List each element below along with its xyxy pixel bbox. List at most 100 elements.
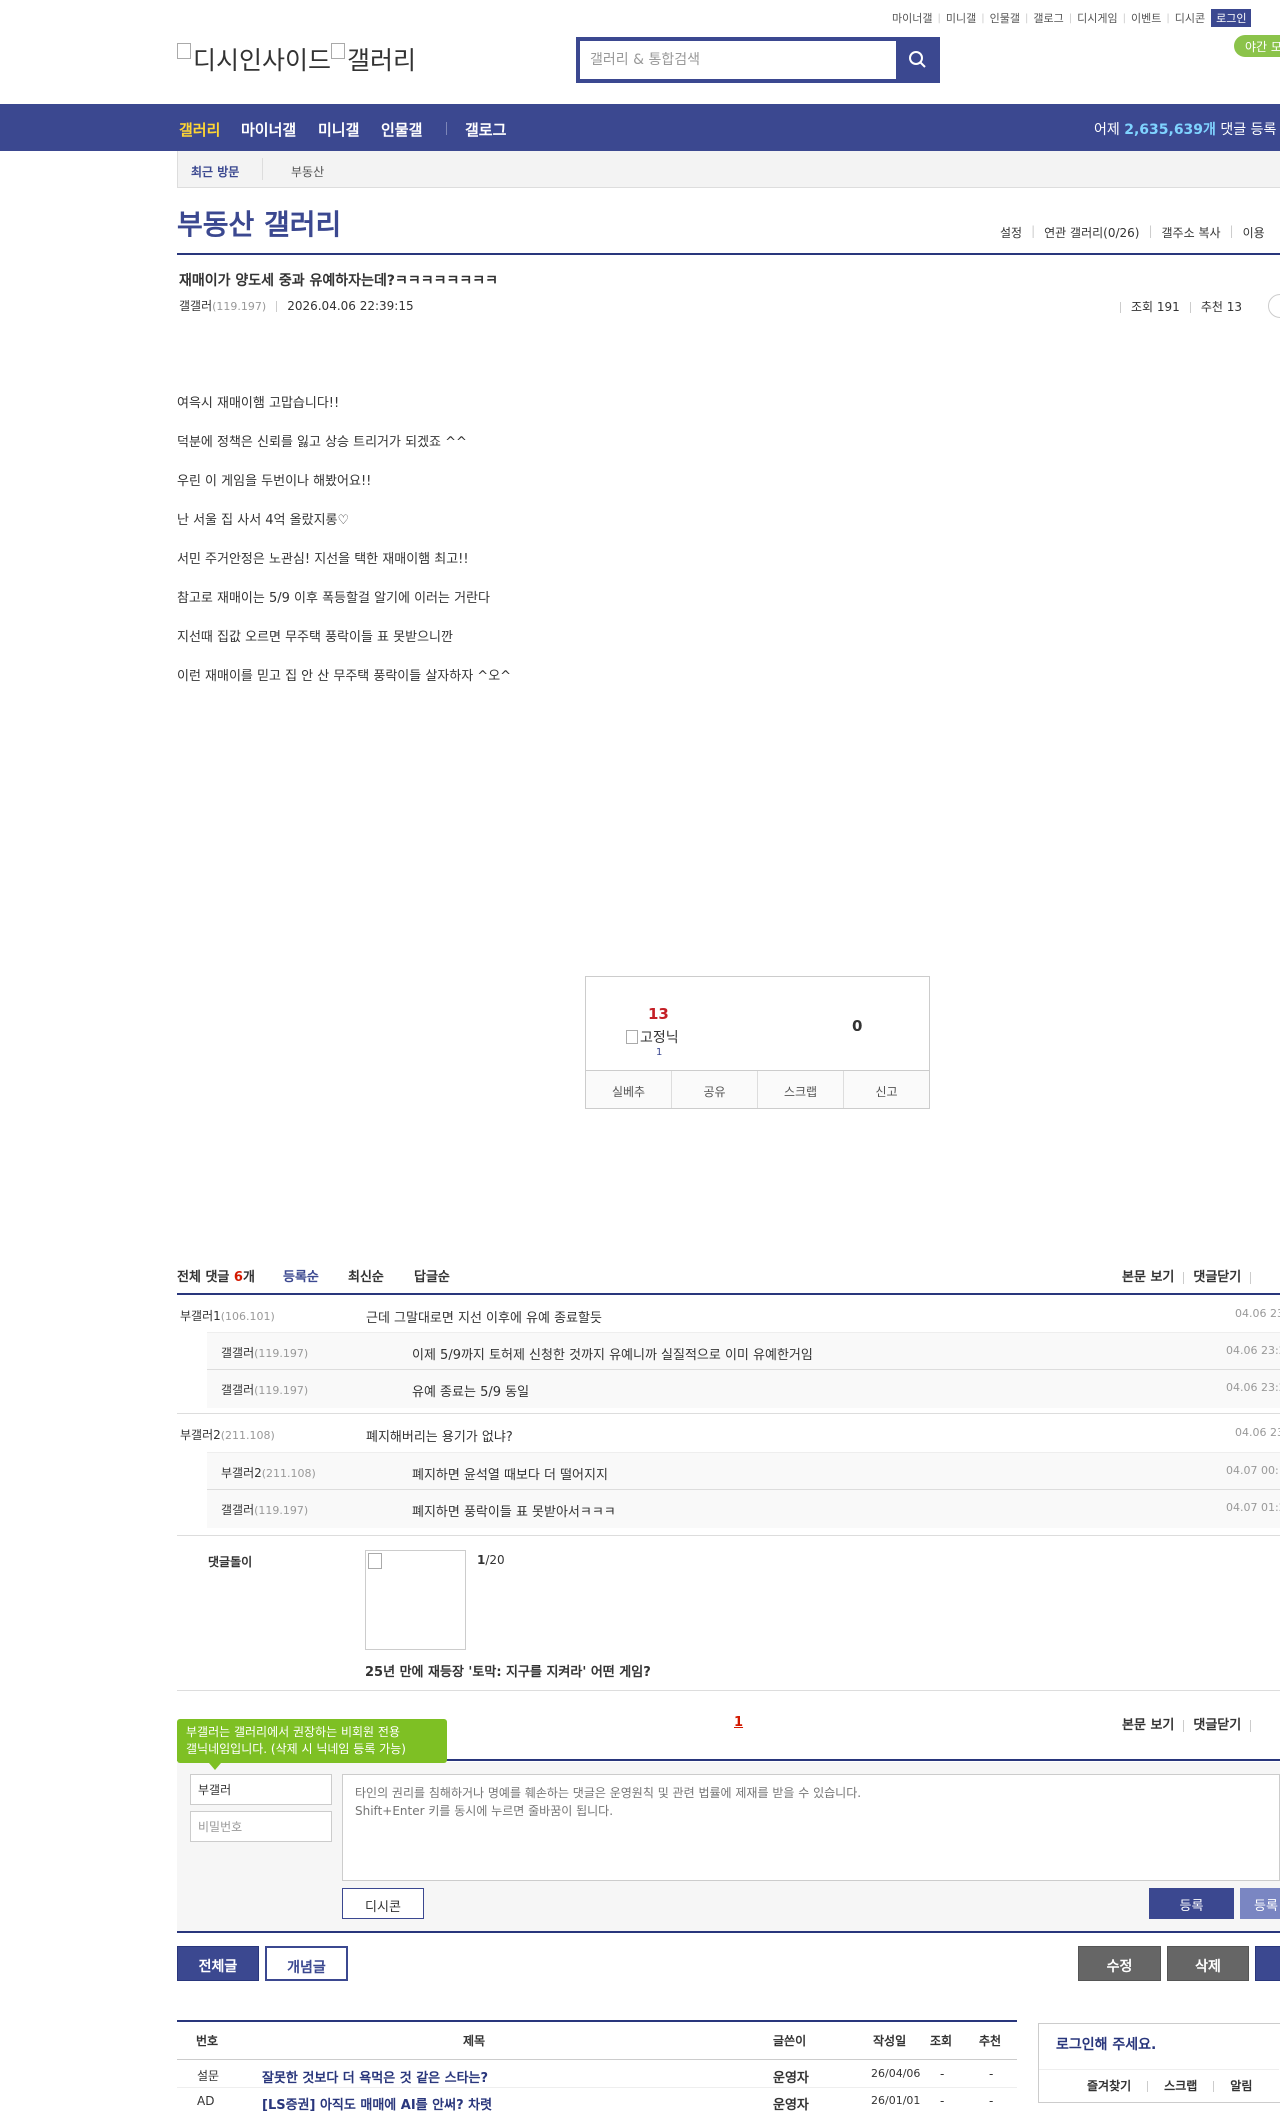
- nav-gallery[interactable]: 갤러리: [179, 119, 220, 140]
- divider: [177, 1413, 1280, 1414]
- view-post-link[interactable]: 본문 보기: [1122, 1270, 1174, 1285]
- list-header-title: 제목: [463, 2034, 486, 2048]
- dory-title[interactable]: 25년 만에 재등장 '토막: 지구를 지켜라' 어떤 게임?: [365, 1661, 651, 1680]
- comment-nick[interactable]: 갤갤러(119.197): [221, 1381, 308, 1398]
- row-title[interactable]: 잘못한 것보다 더 욕먹은 것 같은 스타는?: [262, 2067, 488, 2086]
- recent-visit-item[interactable]: 부동산: [291, 163, 324, 180]
- night-mode-toggle[interactable]: 야간 모: [1234, 35, 1280, 57]
- topnav-person[interactable]: 인물갤: [990, 10, 1020, 26]
- count-value: 2,635,639개: [1124, 122, 1216, 138]
- recommend-up-button[interactable]: 고정닉: [626, 1027, 679, 1047]
- submit-upvote-button[interactable]: 등록: [1240, 1888, 1280, 1919]
- row-writer: 운영자: [773, 2071, 809, 2086]
- alarm-link[interactable]: 알림: [1230, 2079, 1252, 2093]
- post-option-button[interactable]: [1268, 294, 1280, 318]
- sort-registered[interactable]: 등록순: [283, 1266, 319, 1285]
- top-nav: 마이너갤 | 미니갤 | 인물갤 | 갤로그 | 디시게임 | 이벤트 | 디시콘 로그인: [892, 9, 1280, 27]
- search-input[interactable]: [580, 41, 896, 79]
- broken-image-icon: [368, 1553, 382, 1569]
- favorites-link[interactable]: 즐겨찾기: [1087, 2079, 1131, 2093]
- list-row[interactable]: AD [LS증권] 아직도 매매에 AI를 안써? 차렷 운영자 26/01/0…: [177, 2094, 1017, 2120]
- search-button[interactable]: [900, 41, 936, 79]
- delete-button[interactable]: 삭제: [1167, 1946, 1249, 1981]
- nick-ip: (119.197): [254, 1384, 309, 1397]
- view-post-link[interactable]: 본문 보기: [1122, 1718, 1174, 1733]
- recent-visit-label[interactable]: 최근 방문: [191, 163, 239, 180]
- list-header-recs: 추천: [979, 2034, 1002, 2048]
- topnav-minor[interactable]: 마이너갤: [892, 10, 932, 26]
- row-date: 26/01/01: [871, 2094, 921, 2107]
- topnav-mini[interactable]: 미니갤: [946, 10, 976, 26]
- post-views: 조회 191: [1131, 300, 1180, 314]
- post-title: 재매이가 양도세 중과 유예하자는데?ㅋㅋㅋㅋㅋㅋㅋㅋ: [179, 273, 498, 289]
- scrap-button[interactable]: 스크랩: [758, 1071, 844, 1108]
- share-button[interactable]: 공유: [672, 1071, 758, 1108]
- password-input[interactable]: [190, 1811, 332, 1842]
- content-line: 이런 재매이를 믿고 집 안 산 무주택 풍락이들 살자하자 ^오^: [177, 669, 512, 684]
- row-recs: -: [989, 2094, 994, 2108]
- gallery-title[interactable]: 부동산 갤러리: [177, 203, 341, 243]
- close-comments-link[interactable]: 댓글닫기: [1193, 1270, 1241, 1285]
- comment-text: 유예 종료는 5/9 동일: [412, 1385, 530, 1400]
- close-comments-link[interactable]: 댓글닫기: [1193, 1718, 1241, 1733]
- nick-ip: (119.197): [254, 1347, 309, 1360]
- fixed-nick-label: 고정닉: [640, 1030, 679, 1046]
- sort-replies[interactable]: 답글순: [414, 1266, 450, 1285]
- divider: [177, 253, 1280, 255]
- broken-image-icon: [177, 43, 191, 59]
- nav-minor[interactable]: 마이너갤: [241, 119, 296, 140]
- report-button[interactable]: 신고: [844, 1071, 929, 1108]
- comment-nick[interactable]: 갤갤러(119.197): [221, 1501, 308, 1518]
- divider: [262, 158, 263, 180]
- list-row[interactable]: 설문 잘못한 것보다 더 욕먹은 것 같은 스타는? 운영자 26/04/06 …: [177, 2067, 1017, 2093]
- post-author[interactable]: 갤갤러: [179, 299, 212, 313]
- recommend-down-count[interactable]: 0: [852, 1017, 862, 1035]
- divider: [177, 1293, 1280, 1295]
- topnav-game[interactable]: 디시게임: [1077, 10, 1117, 26]
- comment-nick[interactable]: 부갤러1(106.101): [180, 1307, 275, 1324]
- related-gallery-link[interactable]: 연관 갤러리(0/26): [1044, 224, 1139, 241]
- comment-total: 전체 댓글 6개: [177, 1266, 255, 1285]
- main-nav: 갤러리 마이너갤 미니갤 인물갤 갤로그 어제 2,635,639개 댓글 등록: [0, 104, 1280, 151]
- copy-address-link[interactable]: 갤주소 복사: [1162, 224, 1221, 241]
- comment-nick[interactable]: 부갤러2(211.108): [180, 1426, 275, 1443]
- nav-mini[interactable]: 미니갤: [318, 119, 359, 140]
- nick-text: 부갤러2: [180, 1428, 221, 1442]
- list-header-date: 작성일: [873, 2034, 907, 2048]
- comment-nick[interactable]: 부갤러2(211.108): [221, 1464, 316, 1481]
- logo[interactable]: 디시인사이드 갤러리: [177, 41, 416, 77]
- login-box-links: 즐겨찾기 스크랩 알림: [1087, 2077, 1252, 2094]
- login-button[interactable]: 로그인: [1211, 9, 1252, 27]
- sort-latest[interactable]: 최신순: [348, 1266, 384, 1285]
- recent-visit-bar: 최근 방문 부동산: [177, 151, 1280, 188]
- nickname-input[interactable]: [190, 1774, 332, 1805]
- topnav-dccon[interactable]: 디시콘: [1175, 10, 1205, 26]
- best-recommend-button[interactable]: 실베추: [586, 1071, 672, 1108]
- comment-date: 04.07 00:1: [1226, 1464, 1280, 1477]
- login-box-title[interactable]: 로그인해 주세요.: [1056, 2034, 1156, 2054]
- comment-nick[interactable]: 갤갤러(119.197): [221, 1344, 308, 1361]
- dccon-button[interactable]: 디시콘: [342, 1888, 424, 1919]
- settings-link[interactable]: 설정: [1000, 224, 1022, 241]
- topnav-gallog[interactable]: 갤로그: [1033, 10, 1063, 26]
- scrap-link[interactable]: 스크랩: [1164, 2079, 1197, 2093]
- comment-view-links: 본문 보기 댓글닫기: [1122, 1714, 1260, 1733]
- content-line: 여윽시 재매이햄 고맙습니다!!: [177, 396, 340, 411]
- usage-link[interactable]: 이용: [1243, 224, 1265, 241]
- comment-page-1[interactable]: 1: [734, 1715, 743, 1730]
- write-button[interactable]: [1255, 1946, 1280, 1981]
- row-title[interactable]: [LS증권] 아직도 매매에 AI를 안써? 차렷: [262, 2094, 492, 2113]
- all-posts-button[interactable]: 전체글: [177, 1946, 259, 1981]
- divider: [177, 2020, 1017, 2022]
- count-suffix: 댓글 등록: [1215, 122, 1277, 138]
- nav-gallog[interactable]: 갤로그: [465, 119, 506, 140]
- edit-button[interactable]: 수정: [1078, 1946, 1161, 1981]
- concept-posts-button[interactable]: 개념글: [265, 1946, 348, 1981]
- comment-textarea[interactable]: [342, 1774, 1280, 1881]
- post-content: 여윽시 재매이햄 고맙습니다!! 덕분에 정책은 신뢰를 잃고 상승 트리거가 …: [177, 392, 511, 704]
- recommend-actions: 실베추 공유 스크랩 신고: [586, 1070, 929, 1108]
- submit-button[interactable]: 등록: [1149, 1888, 1234, 1919]
- dory-thumbnail[interactable]: [365, 1550, 466, 1650]
- topnav-event[interactable]: 이벤트: [1131, 10, 1161, 26]
- nav-person[interactable]: 인물갤: [381, 119, 422, 140]
